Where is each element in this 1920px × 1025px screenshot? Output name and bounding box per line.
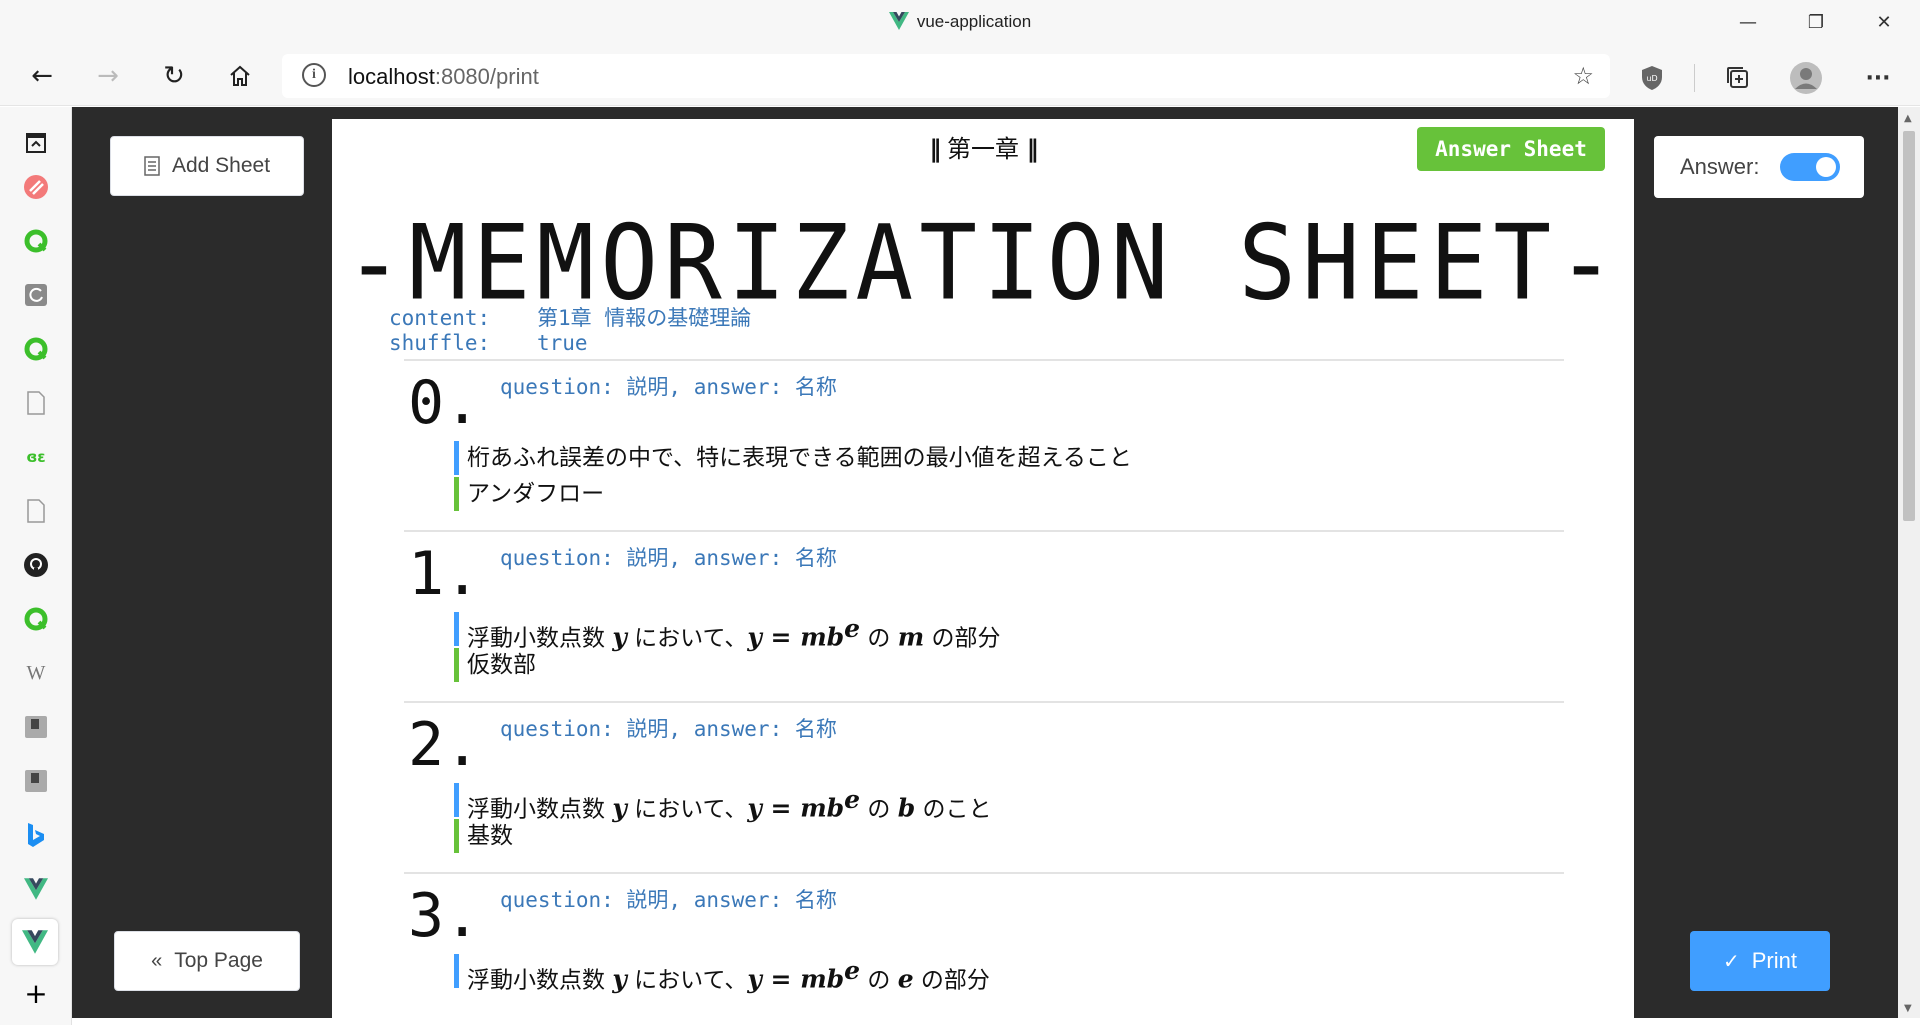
question-number: 1. — [408, 539, 481, 609]
chapter-text: 第一章 — [947, 135, 1019, 163]
url-text: localhost:8080/print — [348, 64, 539, 89]
shuffle-key: shuffle: — [389, 331, 491, 355]
window-title-text: vue-application — [916, 12, 1032, 31]
scroll-down-arrow-icon[interactable]: ▼ — [1904, 1003, 1912, 1014]
add-favorite-icon[interactable]: ☆ — [1572, 62, 1594, 90]
minimize-button[interactable]: — — [1714, 0, 1782, 44]
document-icon — [144, 156, 160, 176]
content-value: 第1章 情報の基礎理論 — [537, 306, 752, 330]
add-sheet-button[interactable]: Add Sheet — [110, 136, 304, 196]
print-button[interactable]: ✓ Print — [1690, 931, 1830, 991]
question-item: 1. question: 説明, answer: 名称 浮動小数点数 y におい… — [404, 530, 1564, 701]
question-type: question: 説明, answer: 名称 — [500, 546, 837, 570]
add-sheet-label: Add Sheet — [171, 154, 271, 177]
doc-icon[interactable] — [22, 497, 50, 525]
question-text: 桁あふれ誤差の中で、特に表現できる範囲の最小値を超えること — [454, 441, 1132, 475]
forward-button[interactable]: → — [88, 56, 128, 96]
collections-icon[interactable] — [22, 129, 50, 157]
question-text: 浮動小数点数 y において、y = mbe の b のこと — [454, 783, 991, 823]
question-item: 2. question: 説明, answer: 名称 浮動小数点数 y におい… — [404, 701, 1564, 872]
check-icon: ✓ — [1722, 950, 1740, 973]
answer-toggle-panel: Answer: — [1654, 136, 1864, 198]
ublock-extension-icon[interactable]: uD — [1636, 62, 1668, 94]
browser-toolbar: ← → ↻ i localhost:8080/print ☆ uD ··· — [0, 44, 1920, 106]
vue-icon[interactable] — [22, 875, 50, 903]
scrollbar-thumb[interactable] — [1903, 131, 1915, 521]
question-type: question: 説明, answer: 名称 — [500, 375, 837, 399]
question-item: 0. question: 説明, answer: 名称 桁あふれ誤差の中で、特に… — [404, 359, 1564, 530]
wikipedia-icon[interactable]: W — [22, 659, 50, 687]
vue-icon-active[interactable] — [12, 919, 58, 965]
refresh-doc-icon[interactable] — [22, 281, 50, 309]
shuffle-value: true — [537, 331, 588, 355]
question-number: 3. — [408, 881, 481, 951]
window-titlebar: vue-application — ❐ ✕ — [0, 0, 1920, 44]
bing-icon[interactable] — [22, 821, 50, 849]
browser-sidebar: ɞɛ W + — [0, 107, 72, 1025]
doc-icon[interactable] — [22, 389, 50, 417]
answer-text: 仮数部 — [454, 648, 536, 682]
add-icon[interactable]: + — [22, 977, 50, 1010]
profile-avatar[interactable] — [1790, 62, 1822, 94]
green-q-icon[interactable] — [22, 227, 50, 255]
green-q-icon[interactable] — [22, 335, 50, 363]
green-q-icon[interactable] — [22, 605, 50, 633]
print-label: Print — [1751, 948, 1797, 973]
memorization-sheet: ‖ 第一章 ‖ Answer Sheet -MEMORIZATION SHEET… — [332, 119, 1634, 1018]
svg-text:uD: uD — [1646, 74, 1657, 83]
scroll-up-arrow-icon[interactable]: ▲ — [1904, 113, 1912, 124]
reddit-like-icon[interactable] — [22, 173, 50, 201]
restore-button[interactable]: ❐ — [1782, 0, 1850, 44]
gfg-icon[interactable]: ɞɛ — [22, 443, 50, 471]
window-title: vue-application — [0, 12, 1920, 32]
app-area: Add Sheet « Top Page Answer: ✓ Print ‖ 第… — [72, 107, 1898, 1018]
question-type: question: 説明, answer: 名称 — [500, 888, 837, 912]
toolbar-divider — [1694, 64, 1695, 92]
answer-text: アンダフロー — [454, 477, 604, 511]
question-text: 浮動小数点数 y において、y = mbe の m の部分 — [454, 612, 1000, 652]
back-button[interactable]: ← — [22, 56, 62, 96]
answer-label: Answer: — [1680, 154, 1760, 179]
close-window-button[interactable]: ✕ — [1850, 0, 1918, 44]
refresh-button[interactable]: ↻ — [154, 56, 194, 96]
top-page-label: Top Page — [174, 949, 263, 972]
toggle-knob — [1816, 157, 1836, 177]
double-chevron-left-icon: « — [151, 949, 163, 972]
app-icon[interactable] — [22, 767, 50, 795]
address-bar[interactable]: i localhost:8080/print ☆ — [282, 54, 1610, 98]
question-type: question: 説明, answer: 名称 — [500, 717, 837, 741]
more-menu-button[interactable]: ··· — [1862, 62, 1894, 94]
page-scrollbar[interactable]: ▲ ▼ — [1898, 107, 1920, 1018]
question-item: 3. question: 説明, answer: 名称 浮動小数点数 y におい… — [404, 872, 1564, 1018]
content-meta: content: 第1章 情報の基礎理論 — [389, 302, 751, 332]
question-number: 0. — [408, 368, 481, 438]
question-text: 浮動小数点数 y において、y = mbe の e の部分 — [454, 954, 990, 994]
answer-sheet-tag: Answer Sheet — [1417, 127, 1605, 171]
vue-logo-icon — [888, 12, 909, 30]
answer-text: 基数 — [454, 819, 513, 853]
content-key: content: — [389, 306, 491, 330]
github-icon[interactable] — [22, 551, 50, 579]
site-info-icon[interactable]: i — [302, 63, 326, 87]
app-icon[interactable] — [22, 713, 50, 741]
shuffle-meta: shuffle: true — [389, 331, 588, 355]
question-number: 2. — [408, 710, 481, 780]
answer-toggle-switch[interactable] — [1780, 153, 1840, 181]
top-page-button[interactable]: « Top Page — [114, 931, 300, 991]
home-icon — [230, 65, 250, 86]
home-button[interactable] — [220, 56, 260, 96]
collections-button[interactable] — [1722, 62, 1754, 94]
